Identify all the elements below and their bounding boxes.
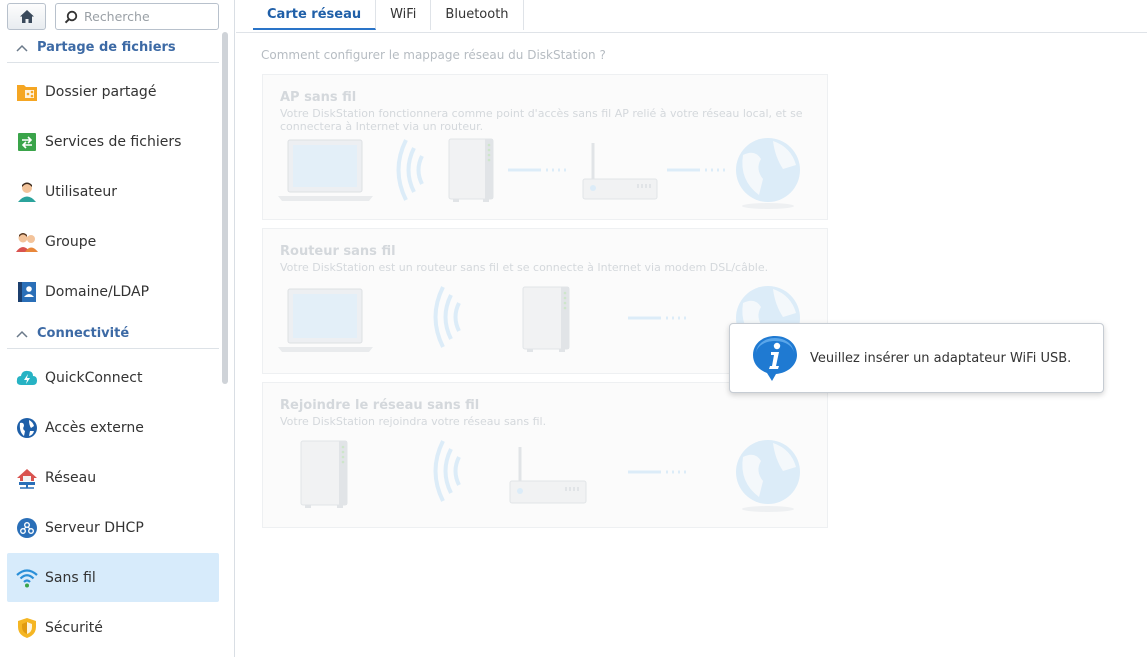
group-icon: [15, 230, 39, 254]
sidebar: Partage de fichiers Dossier partagé Serv…: [0, 0, 235, 657]
router-icon: [582, 143, 658, 200]
section-label: Partage de fichiers: [37, 40, 176, 55]
tab-divider: [236, 32, 1147, 33]
sidebar-item-label: Accès externe: [45, 419, 144, 436]
sidebar-item-label: Groupe: [45, 233, 97, 250]
option-card-join-wireless[interactable]: Rejoindre le réseau sans fil Votre DiskS…: [262, 382, 828, 528]
sidebar-item-wireless[interactable]: Sans fil: [7, 553, 219, 602]
quickconnect-icon: [15, 366, 39, 390]
wifi-waves-icon: [396, 139, 424, 201]
option-card-wireless-ap[interactable]: AP sans fil Votre DiskStation fonctionne…: [262, 74, 828, 220]
tab-network-card[interactable]: Carte réseau: [253, 0, 377, 30]
sidebar-item-label: Serveur DHCP: [45, 519, 144, 536]
card-description: Votre DiskStation est un routeur sans fi…: [280, 261, 769, 274]
sidebar-item-shared-folder[interactable]: Dossier partagé: [7, 67, 219, 116]
network-mapping-question: Comment configurer le mappage réseau du …: [261, 48, 606, 62]
router-icon: [509, 447, 587, 504]
user-icon: [15, 180, 39, 204]
section-label: Connectivité: [37, 326, 130, 341]
chevron-up-icon: [11, 330, 33, 338]
search-box[interactable]: [55, 3, 219, 30]
section-file-sharing[interactable]: Partage de fichiers: [7, 33, 219, 63]
wireless-icon: [15, 566, 39, 590]
card-title: AP sans fil: [280, 90, 357, 105]
card-title: Rejoindre le réseau sans fil: [280, 398, 480, 413]
search-input[interactable]: [84, 9, 214, 24]
external-access-icon: [15, 416, 39, 440]
domain-ldap-icon: [15, 280, 39, 304]
sidebar-item-label: Utilisateur: [45, 183, 118, 200]
sidebar-item-domain-ldap[interactable]: Domaine/LDAP: [7, 267, 219, 316]
sidebar-item-group[interactable]: Groupe: [7, 217, 219, 266]
tab-bluetooth[interactable]: Bluetooth: [431, 0, 524, 30]
sidebar-item-label: Dossier partagé: [45, 83, 157, 100]
sidebar-item-external-access[interactable]: Accès externe: [7, 403, 219, 452]
card-description: Votre DiskStation rejoindra votre réseau…: [280, 415, 547, 428]
sidebar-item-label: QuickConnect: [45, 369, 143, 386]
globe-icon: [736, 138, 800, 209]
card-description: Votre DiskStation fonctionnera comme poi…: [280, 107, 803, 133]
laptop-icon: [278, 288, 373, 352]
sidebar-item-user[interactable]: Utilisateur: [7, 167, 219, 216]
search-icon: [64, 10, 78, 23]
shield-icon: [15, 616, 39, 640]
nas-icon: [300, 440, 348, 508]
nas-icon: [522, 286, 570, 352]
wifi-waves-icon: [433, 440, 461, 502]
globe-icon: [736, 440, 800, 512]
usb-adapter-notice: Veuillez insérer un adaptateur WiFi USB.: [729, 323, 1104, 393]
sidebar-item-label: Réseau: [45, 469, 97, 486]
wifi-waves-icon: [433, 286, 461, 348]
sidebar-item-label: Sans fil: [45, 569, 96, 586]
info-icon: [753, 336, 797, 381]
tab-bar: Carte réseau WiFi Bluetooth: [253, 0, 524, 33]
sidebar-item-label: Sécurité: [45, 619, 103, 636]
sidebar-item-quickconnect[interactable]: QuickConnect: [7, 353, 219, 402]
sidebar-item-security[interactable]: Sécurité: [7, 603, 219, 652]
sidebar-item-label: Domaine/LDAP: [45, 283, 150, 300]
sidebar-topbar: [7, 3, 219, 30]
shared-folder-icon: [15, 80, 39, 104]
nas-icon: [448, 138, 494, 202]
sidebar-scrollbar[interactable]: [222, 32, 228, 384]
home-icon: [19, 10, 34, 23]
sidebar-item-label: Services de fichiers: [45, 133, 182, 150]
chevron-up-icon: [11, 44, 33, 52]
sidebar-item-file-services[interactable]: Services de fichiers: [7, 117, 219, 166]
card-title: Routeur sans fil: [280, 244, 396, 259]
tab-wifi[interactable]: WiFi: [376, 0, 432, 30]
laptop-icon: [278, 139, 373, 201]
section-connectivity[interactable]: Connectivité: [7, 319, 219, 349]
sidebar-item-network[interactable]: Réseau: [7, 453, 219, 502]
dhcp-server-icon: [15, 516, 39, 540]
network-icon: [15, 466, 39, 490]
notice-message: Veuillez insérer un adaptateur WiFi USB.: [810, 350, 1072, 366]
file-services-icon: [15, 130, 39, 154]
home-button[interactable]: [7, 3, 46, 30]
sidebar-item-dhcp-server[interactable]: Serveur DHCP: [7, 503, 219, 552]
